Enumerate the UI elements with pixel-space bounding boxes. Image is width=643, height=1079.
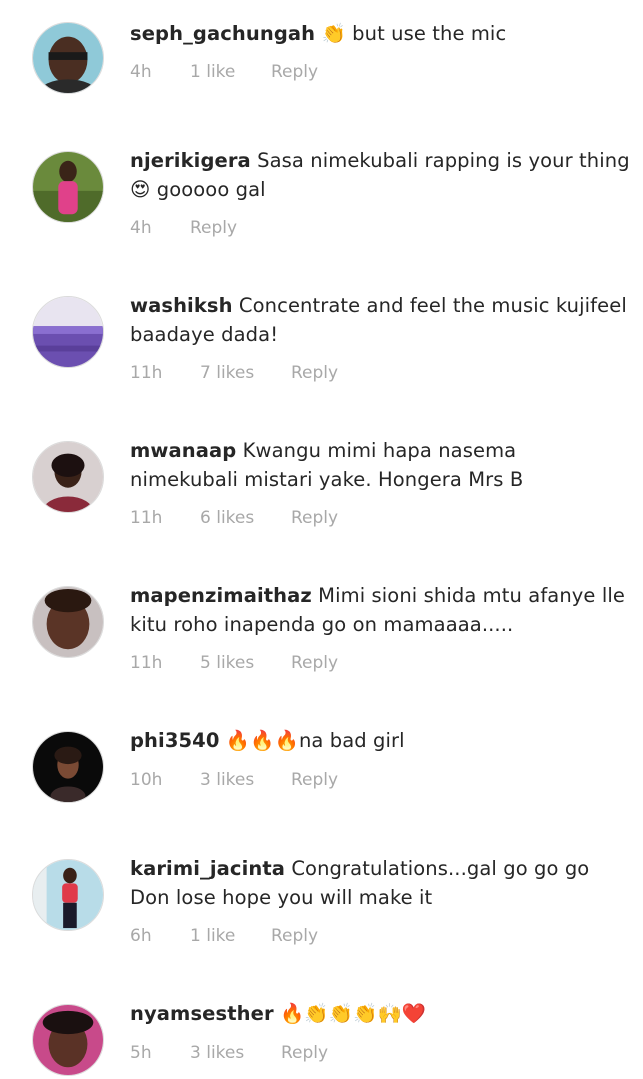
comment-likes[interactable]: 7 likes [200, 363, 254, 383]
comment-username[interactable]: njerikigera [130, 149, 251, 172]
avatar[interactable] [32, 731, 104, 803]
comment-body: 👏 but use the mic [321, 22, 507, 45]
avatar-image [33, 152, 103, 222]
avatar[interactable] [32, 586, 104, 658]
comment-time: 6h [130, 926, 152, 946]
comment-username[interactable]: nyamsesther [130, 1002, 274, 1025]
avatar[interactable] [32, 441, 104, 513]
comment-text-block: mapenzimaithaz Mimi sioni shida mtu afan… [130, 582, 630, 639]
comment-likes[interactable]: 6 likes [200, 508, 254, 528]
avatar-image [33, 23, 103, 93]
reply-button[interactable]: Reply [281, 1043, 328, 1063]
comment-username[interactable]: seph_gachungah [130, 22, 315, 45]
comment-time: 11h [130, 653, 163, 673]
avatar-image [33, 732, 103, 802]
avatar[interactable] [32, 22, 104, 94]
comment-likes[interactable]: 1 like [190, 926, 235, 946]
reply-button[interactable]: Reply [271, 926, 318, 946]
comment-text-block: nyamsesther 🔥👏👏👏🙌❤️ [130, 1000, 630, 1029]
comment-time: 11h [130, 363, 163, 383]
avatar-image [33, 1005, 103, 1075]
comment-time: 4h [130, 218, 152, 238]
comment-text-block: mwanaap Kwangu mimi hapa nasema nimekuba… [130, 437, 630, 494]
comment-text-block: njerikigera Sasa nimekubali rapping is y… [130, 147, 630, 204]
reply-button[interactable]: Reply [291, 508, 338, 528]
comment-username[interactable]: washiksh [130, 294, 233, 317]
comment-likes[interactable]: 1 like [190, 62, 235, 82]
reply-button[interactable]: Reply [190, 218, 237, 238]
avatar[interactable] [32, 859, 104, 931]
comment-text-block: karimi_jacinta Congratulations...gal go … [130, 855, 630, 912]
comment-username[interactable]: phi3540 [130, 729, 220, 752]
comment-likes[interactable]: 5 likes [200, 653, 254, 673]
comment-username[interactable]: karimi_jacinta [130, 857, 285, 880]
comment-time: 5h [130, 1043, 152, 1063]
avatar-image [33, 587, 103, 657]
comment-username[interactable]: mwanaap [130, 439, 236, 462]
avatar[interactable] [32, 296, 104, 368]
avatar[interactable] [32, 1004, 104, 1076]
comment-likes[interactable]: 3 likes [190, 1043, 244, 1063]
comment-likes[interactable]: 3 likes [200, 770, 254, 790]
comment-text-block: washiksh Concentrate and feel the music … [130, 292, 630, 349]
comment-time: 4h [130, 62, 152, 82]
avatar-image [33, 297, 103, 367]
comment-time: 10h [130, 770, 163, 790]
avatar[interactable] [32, 151, 104, 223]
comment-username[interactable]: mapenzimaithaz [130, 584, 312, 607]
comment-time: 11h [130, 508, 163, 528]
avatar-image [33, 442, 103, 512]
comment-body: 🔥👏👏👏🙌❤️ [279, 1002, 427, 1025]
reply-button[interactable]: Reply [291, 770, 338, 790]
reply-button[interactable]: Reply [271, 62, 318, 82]
avatar-image [33, 860, 103, 930]
reply-button[interactable]: Reply [291, 653, 338, 673]
comment-text-block: seph_gachungah 👏 but use the mic [130, 20, 630, 49]
reply-button[interactable]: Reply [291, 363, 338, 383]
comment-body: 🔥🔥🔥na bad girl [225, 729, 405, 752]
comment-text-block: phi3540 🔥🔥🔥na bad girl [130, 727, 630, 756]
